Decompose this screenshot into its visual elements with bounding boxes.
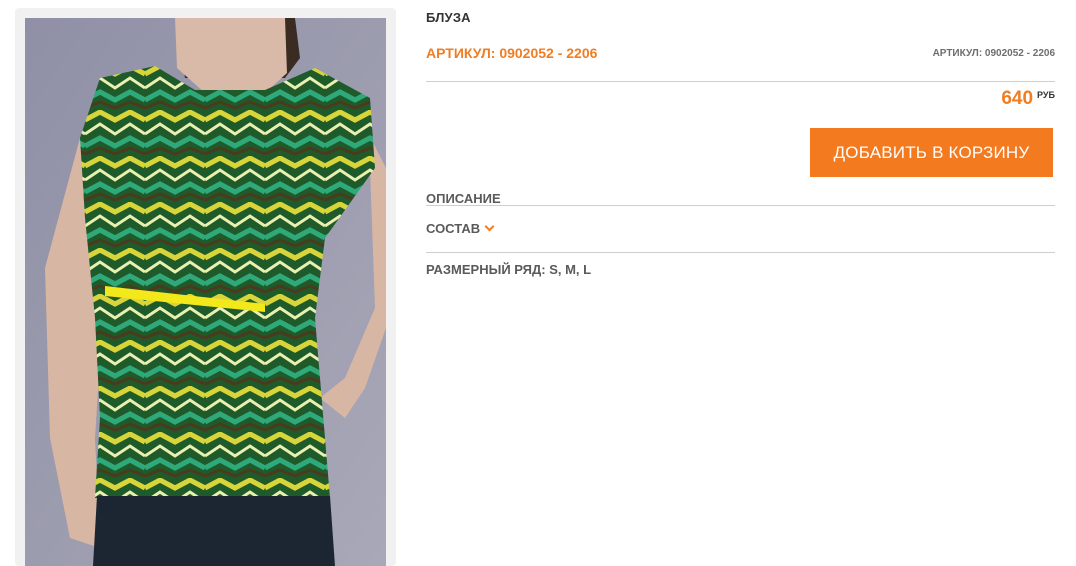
price-value: 640 bbox=[1001, 88, 1034, 109]
product-photo[interactable] bbox=[25, 18, 386, 566]
add-to-cart-button[interactable]: ДОБАВИТЬ В КОРЗИНУ bbox=[810, 128, 1053, 177]
divider bbox=[426, 205, 1055, 206]
composition-toggle[interactable]: СОСТАВ bbox=[426, 221, 495, 236]
divider bbox=[426, 252, 1055, 253]
sku-secondary: АРТИКУЛ: 0902052 - 2206 bbox=[932, 48, 1055, 59]
price: 640 РУБ bbox=[1001, 88, 1055, 110]
description-heading[interactable]: ОПИСАНИЕ bbox=[426, 191, 501, 206]
divider bbox=[426, 81, 1055, 82]
price-currency: РУБ bbox=[1037, 90, 1055, 100]
chevron-down-icon bbox=[484, 221, 495, 232]
product-title: БЛУЗА bbox=[426, 10, 471, 25]
size-range: РАЗМЕРНЫЙ РЯД: S, M, L bbox=[426, 262, 592, 277]
product-info: БЛУЗА АРТИКУЛ: 0902052 - 2206 АРТИКУЛ: 0… bbox=[426, 0, 1055, 566]
composition-label: СОСТАВ bbox=[426, 221, 481, 236]
product-page: БЛУЗА АРТИКУЛ: 0902052 - 2206 АРТИКУЛ: 0… bbox=[0, 0, 1076, 566]
sku-main: АРТИКУЛ: 0902052 - 2206 bbox=[426, 45, 598, 61]
